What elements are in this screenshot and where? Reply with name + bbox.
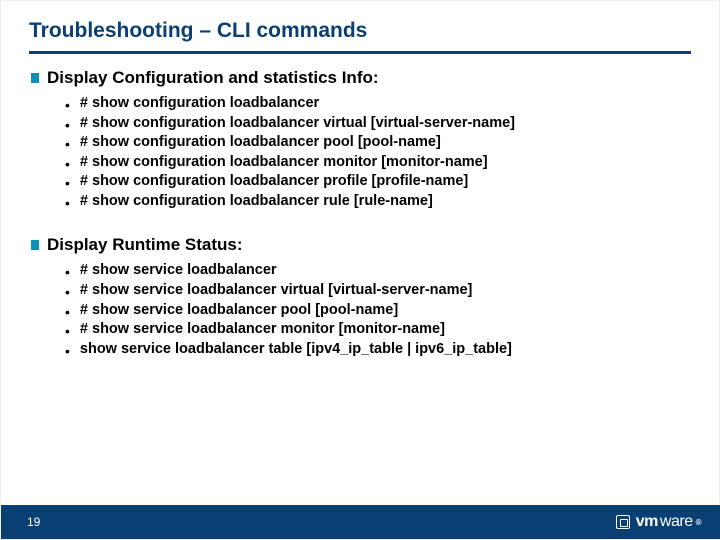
slide-title: Troubleshooting – CLI commands <box>29 19 691 49</box>
bullet-icon: • <box>65 98 70 112</box>
item-text: # show configuration loadbalancer profil… <box>80 172 468 192</box>
item-text: # show service loadbalancer pool [pool-n… <box>80 301 398 321</box>
item-text: # show service loadbalancer monitor [mon… <box>80 320 445 340</box>
slide: Troubleshooting – CLI commands Display C… <box>0 0 720 540</box>
item-text: # show service loadbalancer <box>80 261 277 281</box>
list-item: • # show configuration loadbalancer profi… <box>65 172 691 192</box>
item-text: # show configuration loadbalancer monito… <box>80 153 488 173</box>
item-text: # show configuration loadbalancer pool [… <box>80 133 441 153</box>
section-head: Display Configuration and statistics Inf… <box>31 68 691 88</box>
list-item: • # show configuration loadbalancer rule … <box>65 192 691 212</box>
section-runtime: Display Runtime Status: • # show service … <box>31 235 691 359</box>
item-text: # show configuration loadbalancer <box>80 94 319 114</box>
list-item: • # show configuration loadbalancer pool … <box>65 133 691 153</box>
bullet-icon: • <box>65 118 70 132</box>
list-item: • # show configuration loadbalancer monit… <box>65 153 691 173</box>
section-title: Display Runtime Status: <box>47 235 243 255</box>
list-item: • # show service loadbalancer virtual [vi… <box>65 281 691 301</box>
vmware-logo: vmware® <box>616 513 701 531</box>
item-text: # show configuration loadbalancer virtua… <box>80 114 515 134</box>
bullet-icon: • <box>65 285 70 299</box>
list-item: • # show service loadbalancer monitor [mo… <box>65 320 691 340</box>
logo-text-vm: vm <box>636 513 658 531</box>
bullet-icon: • <box>65 265 70 279</box>
bullet-icon: • <box>65 305 70 319</box>
logo-box-icon <box>616 515 630 529</box>
bullet-icon: • <box>65 157 70 171</box>
logo-registered: ® <box>696 518 701 527</box>
section-config: Display Configuration and statistics Inf… <box>31 68 691 211</box>
section-title: Display Configuration and statistics Inf… <box>47 68 379 88</box>
list-item: • # show service loadbalancer pool [pool-… <box>65 301 691 321</box>
page-number: 19 <box>27 515 40 529</box>
title-divider <box>29 51 691 54</box>
item-list: • # show service loadbalancer • # show ser… <box>65 261 691 359</box>
bullet-icon: • <box>65 137 70 151</box>
footer-bar: 19 vmware® <box>1 505 720 539</box>
item-text: # show service loadbalancer virtual [vir… <box>80 281 472 301</box>
list-item: • # show configuration loadbalancer virtu… <box>65 114 691 134</box>
list-item: • # show configuration loadbalancer <box>65 94 691 114</box>
list-item: • # show service loadbalancer <box>65 261 691 281</box>
logo-text-ware: ware <box>660 513 693 531</box>
list-item: • show service loadbalancer table [ipv4_i… <box>65 340 691 360</box>
item-text: # show configuration loadbalancer rule [… <box>80 192 433 212</box>
bullet-icon: • <box>65 176 70 190</box>
square-bullet-icon <box>31 240 39 250</box>
item-list: • # show configuration loadbalancer • # sh… <box>65 94 691 211</box>
section-head: Display Runtime Status: <box>31 235 691 255</box>
square-bullet-icon <box>31 73 39 83</box>
bullet-icon: • <box>65 344 70 358</box>
bullet-icon: • <box>65 196 70 210</box>
bullet-icon: • <box>65 324 70 338</box>
item-text: show service loadbalancer table [ipv4_ip… <box>80 340 512 360</box>
